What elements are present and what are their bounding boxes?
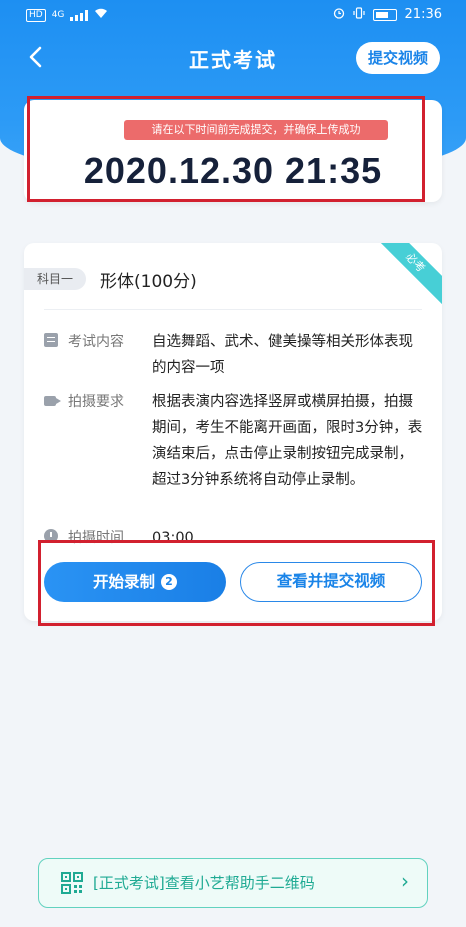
qr-link-text: [正式考试]查看小艺帮助手二维码: [93, 874, 315, 892]
submit-video-button[interactable]: 提交视频: [355, 42, 440, 74]
subject-name: 形体(100分): [100, 272, 197, 292]
info-value: 自选舞蹈、武术、健美操等相关形体表现的内容一项: [152, 334, 413, 376]
alarm-icon: [333, 7, 345, 22]
hd-indicator: HD: [26, 8, 46, 22]
clock-time: 21:36: [404, 7, 442, 22]
vibrate-icon: [352, 7, 365, 22]
nav-bar: 正式考试 提交视频: [0, 36, 466, 80]
qr-code-link[interactable]: [正式考试]查看小艺帮助手二维码 ›: [38, 858, 428, 908]
actions-highlight-box: [38, 540, 435, 626]
deadline-highlight-box: [27, 96, 425, 202]
network-type: 4G: [51, 10, 65, 20]
info-label: 考试内容: [68, 334, 124, 350]
wifi-icon: [94, 8, 108, 22]
qr-code-icon: [61, 872, 83, 894]
chevron-right-icon: ›: [401, 869, 409, 893]
required-ribbon: 必考: [369, 243, 442, 309]
info-label: 拍摄要求: [68, 394, 124, 410]
divider: [44, 309, 422, 310]
document-icon: [44, 333, 58, 347]
battery-icon: [372, 8, 397, 21]
info-value: 根据表演内容选择竖屏或横屏拍摄，拍摄期间，考生不能离开画面，限时3分钟，表演结束…: [152, 394, 423, 488]
status-bar: HD 4G 21:36: [0, 0, 466, 30]
camera-icon: [44, 396, 61, 406]
subject-tag: 科目一: [24, 268, 86, 290]
signal-icon: [70, 9, 89, 21]
